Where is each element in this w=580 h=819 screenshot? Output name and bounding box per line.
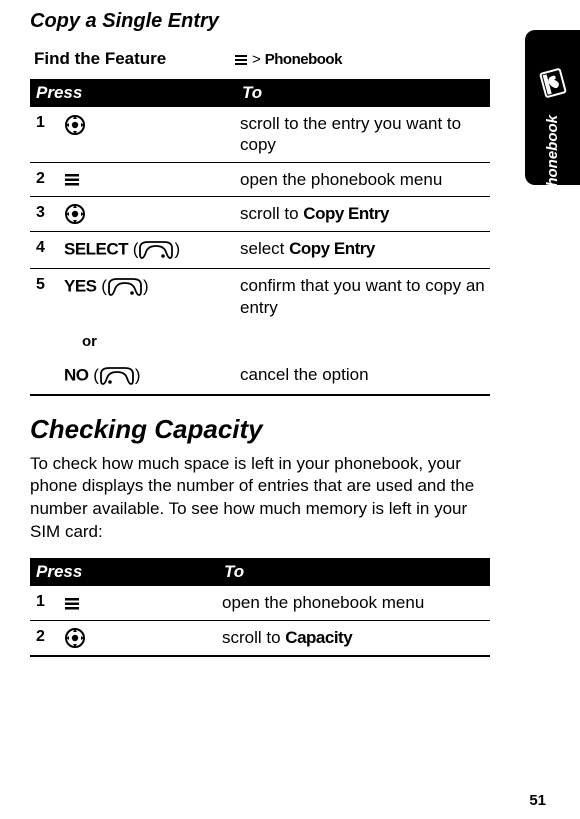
table1-header-press: Press [30,79,236,107]
to-cell: scroll to Copy Entry [236,196,490,232]
press-cell [60,620,218,656]
softkey-label: YES [64,277,97,296]
table-row: 4SELECT ()select Copy Entry [30,232,490,269]
step-number: 1 [30,107,60,162]
table-row: 2 scroll to Capacity [30,620,490,656]
to-cell: scroll to the entry you want to copy [236,107,490,162]
step-number: 3 [30,196,60,232]
press-cell: SELECT () [60,232,236,269]
step-description-bold: Capacity [285,628,352,647]
to-cell: select Copy Entry [236,232,490,269]
table-row-or: or [30,324,490,358]
table-row: 3 scroll to Copy Entry [30,196,490,232]
softkey-label: NO [64,365,89,384]
table-row: NO ()cancel the option [30,358,490,395]
step-number: 4 [30,232,60,269]
press-cell: NO () [60,358,236,395]
step-number: 1 [30,586,60,620]
softkey-right-icon [107,277,143,296]
table-row: 5YES ()confirm that you want to copy an … [30,269,490,324]
step-number: 2 [30,620,60,656]
step-description: scroll to the entry you want to copy [240,114,461,154]
menu-icon [64,170,80,189]
find-the-feature-row: Find the Feature > Phonebook [30,43,520,79]
step-description: open the phonebook menu [222,593,424,612]
to-cell: confirm that you want to copy an entry [236,269,490,324]
section-heading: Checking Capacity [30,414,520,445]
step-description: select [240,239,289,258]
step-description: open the phonebook menu [240,170,442,189]
to-cell: cancel the option [236,358,490,395]
to-cell: scroll to Capacity [218,620,490,656]
press-cell [60,162,236,196]
step-description-bold: Copy Entry [303,204,389,223]
subsection-heading: Copy a Single Entry [30,10,520,33]
nav-icon [64,628,86,647]
phonebook-tab-icon [535,65,571,111]
step-description: scroll to [240,204,303,223]
softkey-label: SELECT [64,240,128,259]
press-cell: YES () [60,269,236,324]
softkey-right-icon [138,240,174,259]
side-tab: Phonebook [525,30,580,185]
page-number: 51 [529,792,546,809]
menu-icon [234,51,248,67]
softkey-left-icon [99,365,135,384]
breadcrumb-target: Phonebook [265,51,342,68]
press-cell [60,107,236,162]
step-description-bold: Copy Entry [289,239,375,258]
press-cell [60,586,218,620]
table2-header-press: Press [30,558,218,586]
step-number: 2 [30,162,60,196]
feature-breadcrumb: > Phonebook [234,51,342,68]
table-row: 2 open the phonebook menu [30,162,490,196]
table1-header-to: To [236,79,490,107]
nav-icon [64,114,86,133]
table-row: 1 open the phonebook menu [30,586,490,620]
or-label: or [82,333,97,350]
step-description: confirm that you want to copy an entry [240,276,485,316]
section-body: To check how much space is left in your … [30,453,500,545]
step-description: cancel the option [240,365,369,384]
find-the-feature-label: Find the Feature [34,49,234,69]
table-row: 1 scroll to the entry you want to copy [30,107,490,162]
press-cell [60,196,236,232]
step-number: 5 [30,269,60,324]
to-cell: open the phonebook menu [236,162,490,196]
instruction-table-2: Press To 1 open the phonebook menu 2 scroll… [30,558,490,657]
breadcrumb-separator: > [252,51,261,68]
side-tab-label: Phonebook [544,115,561,197]
menu-icon [64,593,80,612]
instruction-table-1: Press To 1 scroll to the entry you want t… [30,79,490,396]
step-description: scroll to [222,628,285,647]
table2-header-to: To [218,558,490,586]
to-cell: open the phonebook menu [218,586,490,620]
nav-icon [64,204,86,223]
